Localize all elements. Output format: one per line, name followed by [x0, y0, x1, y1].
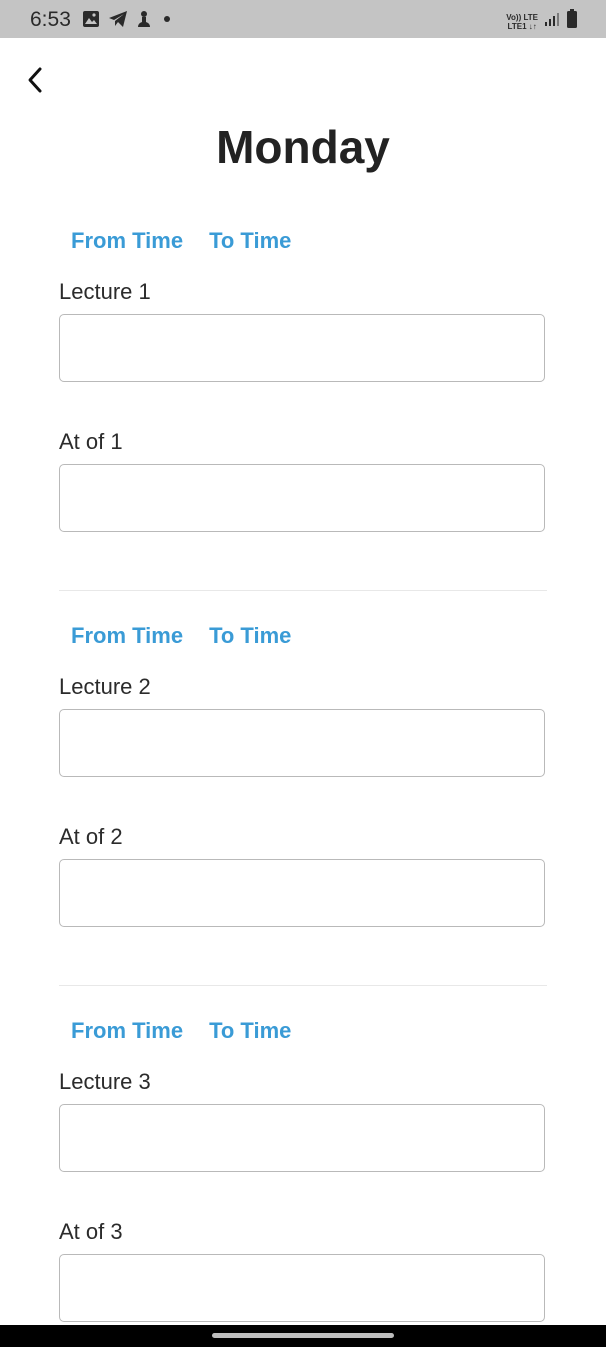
at-input[interactable] [59, 1254, 545, 1322]
chevron-left-icon [28, 67, 42, 93]
section-divider [59, 590, 547, 591]
at-label: At of 3 [59, 1219, 123, 1244]
from-time-button[interactable]: From Time [71, 228, 183, 254]
time-row: From Time To Time [71, 623, 291, 649]
lecture-input[interactable] [59, 1104, 545, 1172]
to-time-button[interactable]: To Time [209, 623, 291, 649]
signal-icon [544, 12, 560, 31]
lecture-section-1: From Time To Time Lecture 1 At of 1 [59, 228, 547, 538]
from-time-button[interactable]: From Time [71, 1018, 183, 1044]
back-button[interactable] [20, 62, 50, 98]
telegram-icon [108, 10, 128, 28]
lecture-section-2: From Time To Time Lecture 2 At of 2 [59, 623, 547, 933]
to-time-button[interactable]: To Time [209, 228, 291, 254]
status-bar: 6:53 Vo)) LTE LTE1 ↓↑ [0, 0, 606, 38]
to-time-button[interactable]: To Time [209, 1018, 291, 1044]
app-icon [136, 10, 152, 28]
battery-icon [566, 9, 578, 34]
status-time: 6:53 [30, 8, 71, 31]
network-top-label: Vo)) LTE [506, 12, 538, 22]
time-row: From Time To Time [71, 1018, 291, 1044]
system-icons: Vo)) LTE LTE1 ↓↑ [506, 9, 578, 34]
home-indicator[interactable] [212, 1333, 394, 1338]
notification-icons [82, 10, 170, 28]
time-row: From Time To Time [71, 228, 291, 254]
lecture-label: Lecture 1 [59, 279, 151, 304]
image-icon [82, 10, 100, 28]
lecture-label: Lecture 2 [59, 674, 151, 699]
page-title: Monday [216, 121, 390, 173]
lecture-input[interactable] [59, 314, 545, 382]
at-label: At of 2 [59, 824, 123, 849]
navigation-bar [0, 1325, 606, 1347]
section-divider [59, 985, 547, 986]
network-bottom-label: LTE1 ↓↑ [507, 21, 537, 31]
at-input[interactable] [59, 464, 545, 532]
at-label: At of 1 [59, 429, 123, 454]
lecture-section-3: From Time To Time Lecture 3 At of 3 [59, 1018, 547, 1324]
dot-icon [164, 16, 170, 22]
screen: 6:53 Vo)) LTE LTE1 ↓↑ Monday From Time T… [0, 0, 606, 1347]
from-time-button[interactable]: From Time [71, 623, 183, 649]
at-input[interactable] [59, 859, 545, 927]
lecture-label: Lecture 3 [59, 1069, 151, 1094]
network-label: Vo)) LTE LTE1 ↓↑ [506, 13, 538, 31]
lecture-input[interactable] [59, 709, 545, 777]
